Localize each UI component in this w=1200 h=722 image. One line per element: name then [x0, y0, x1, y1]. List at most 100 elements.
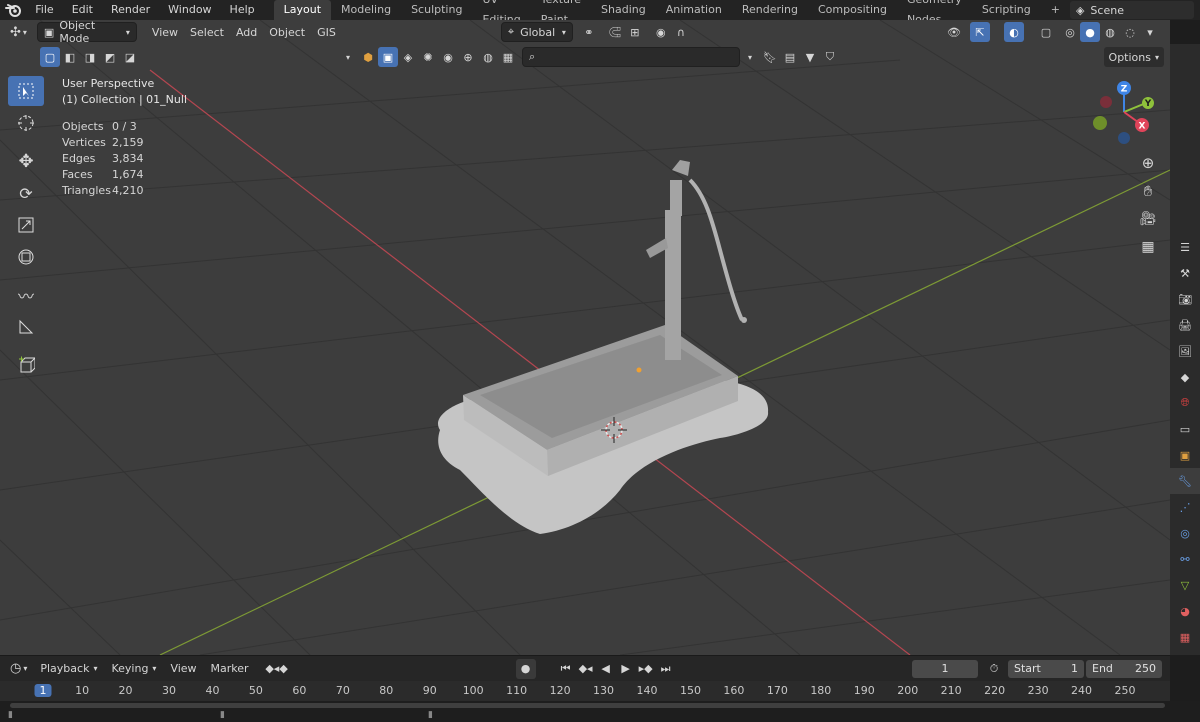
solid-shading-icon[interactable]: ● [1080, 22, 1100, 42]
data-properties-icon[interactable]: ▽ [1170, 572, 1200, 598]
world-properties-icon[interactable]: 🌐︎ [1170, 390, 1200, 416]
menu-edit[interactable]: Edit [63, 0, 102, 20]
move-tool-icon[interactable]: ✥ [8, 146, 44, 176]
xray-toggle-icon[interactable]: ▢ [1036, 22, 1056, 42]
material-shading-icon[interactable]: ◍ [1100, 22, 1120, 42]
timeline-ruler[interactable]: 1 10 20 30 40 50 60 70 80 90 100 110 120 130 140 150 160… [0, 681, 1170, 701]
shield-icon[interactable]: ⛉ [820, 47, 840, 67]
options-dropdown[interactable]: Options ▾ [1103, 47, 1164, 67]
current-frame-field[interactable]: 1 [912, 659, 978, 678]
3d-viewport[interactable] [0, 20, 1170, 655]
select-subtract-icon[interactable]: ◨ [80, 47, 100, 67]
object-properties-icon[interactable]: ▣ [1170, 442, 1200, 468]
next-keyframe-icon[interactable]: ▸◆ [636, 659, 656, 679]
menu-help[interactable]: Help [221, 0, 264, 20]
hand-pan-icon[interactable]: ✋︎ [1135, 178, 1161, 204]
workspace-tab-rendering[interactable]: Rendering [732, 0, 808, 20]
view-layer-properties-icon[interactable]: 🖼︎ [1170, 338, 1200, 364]
scene-properties-icon[interactable]: ◆ [1170, 364, 1200, 390]
filter-world-icon[interactable]: ⊕ [458, 47, 478, 67]
blender-objects-icon[interactable]: ⬢ [358, 47, 378, 67]
bookmark-icon[interactable]: 🔖︎ [760, 47, 780, 67]
keyframe-icon[interactable]: ◆◂◆ [258, 659, 296, 679]
funnel-icon[interactable]: ▼ [800, 47, 820, 67]
transform-tool-icon[interactable] [8, 242, 44, 272]
workspace-tab-animation[interactable]: Animation [656, 0, 732, 20]
snap-target-icon[interactable]: ⊞ [625, 22, 645, 42]
viewport-search-input[interactable]: ⌕ [522, 47, 740, 67]
jump-start-icon[interactable]: ⏮ [556, 659, 576, 679]
viewport-menu-add[interactable]: Add [231, 22, 262, 42]
constraint-properties-icon[interactable]: ⚯ [1170, 546, 1200, 572]
wireframe-shading-icon[interactable]: ◎ [1060, 22, 1080, 42]
select-box-tool-icon[interactable] [8, 76, 44, 106]
workspace-tab-sculpting[interactable]: Sculpting [401, 0, 472, 20]
play-reverse-icon[interactable]: ◀ [596, 659, 616, 679]
render-properties-icon[interactable]: 📷︎ [1170, 286, 1200, 312]
filter-material-icon[interactable]: ◍ [478, 47, 498, 67]
proportional-edit-icon[interactable]: ◉ [651, 22, 671, 42]
particles-properties-icon[interactable]: ⋰ [1170, 494, 1200, 520]
grid-ortho-icon[interactable]: ▦ [1135, 234, 1161, 260]
physics-properties-icon[interactable]: ◎ [1170, 520, 1200, 546]
rotate-tool-icon[interactable]: ⟳ [8, 178, 44, 208]
timeline-marker-menu[interactable]: Marker [206, 659, 254, 679]
select-intersect-icon[interactable]: ◪ [120, 47, 140, 67]
filter-texture-icon[interactable]: ▦ [498, 47, 518, 67]
overlays-toggle-icon[interactable]: ◐ [1004, 22, 1024, 42]
texture-properties-icon[interactable]: ▦ [1170, 624, 1200, 650]
snap-icon[interactable]: 🧲︎ [605, 22, 625, 42]
scale-tool-icon[interactable] [8, 210, 44, 240]
annotate-tool-icon[interactable]: 〰 [8, 280, 44, 310]
prev-keyframe-icon[interactable]: ◆◂ [576, 659, 596, 679]
stopwatch-icon[interactable]: ⏱ [984, 659, 1004, 679]
select-extend-icon[interactable]: ◧ [60, 47, 80, 67]
viewport-menu-gis[interactable]: GIS [312, 22, 341, 42]
filter-mesh-icon[interactable]: ◈ [398, 47, 418, 67]
measure-tool-icon[interactable] [8, 312, 44, 342]
jump-end-icon[interactable]: ⏭ [656, 659, 676, 679]
end-frame-field[interactable]: End 250 [1086, 659, 1162, 678]
zoom-icon[interactable]: ⊕ [1135, 150, 1161, 176]
filter-selected-icon[interactable]: ▣ [378, 47, 398, 67]
falloff-icon[interactable]: ∩ [671, 22, 691, 42]
chevron-down-icon[interactable]: ▾ [740, 47, 760, 67]
modifier-properties-icon[interactable]: 🔧︎ [1170, 468, 1200, 494]
material-properties-icon[interactable]: ◕ [1170, 598, 1200, 624]
workspace-tab-layout[interactable]: Layout [273, 0, 332, 20]
output-properties-icon[interactable]: 🖨︎ [1170, 312, 1200, 338]
keying-menu[interactable]: Keying ▾ [106, 659, 161, 679]
add-cube-tool-icon[interactable] [8, 350, 44, 380]
editor-type-button[interactable]: ✣ ▾ [10, 25, 27, 40]
filter-camera-icon[interactable]: ◉ [438, 47, 458, 67]
visibility-icon[interactable]: 👁︎ [944, 22, 964, 42]
menu-file[interactable]: File [26, 0, 62, 20]
collection-properties-icon[interactable]: ▭ [1170, 416, 1200, 442]
blender-logo-icon[interactable] [0, 3, 26, 17]
select-invert-icon[interactable]: ◩ [100, 47, 120, 67]
start-frame-field[interactable]: Start 1 [1008, 659, 1084, 678]
chevron-down-icon[interactable]: ▾ [338, 47, 358, 67]
viewport-menu-select[interactable]: Select [185, 22, 229, 42]
navigation-gizmo[interactable]: Z Y X [1092, 80, 1156, 144]
timeline-scrollbar[interactable] [10, 703, 1165, 708]
viewport-menu-view[interactable]: View [147, 22, 183, 42]
menu-render[interactable]: Render [102, 0, 159, 20]
tool-properties-icon[interactable]: ⚒ [1170, 260, 1200, 286]
record-icon[interactable]: ● [515, 658, 536, 679]
scene-selector[interactable]: ◈ Scene [1069, 1, 1194, 19]
pivot-point-icon[interactable]: ⚭ [579, 22, 599, 42]
menu-window[interactable]: Window [159, 0, 220, 20]
workspace-tab-shading[interactable]: Shading [591, 0, 656, 20]
cursor-tool-icon[interactable] [8, 108, 44, 138]
transform-orientation-selector[interactable]: ⌖ Global ▾ [500, 22, 573, 42]
add-workspace-button[interactable]: + [1041, 0, 1070, 20]
properties-editor-icon[interactable]: ☰ [1170, 234, 1200, 260]
camera-view-icon[interactable]: 🎥︎ [1135, 206, 1161, 232]
playback-menu[interactable]: Playback ▾ [35, 659, 102, 679]
workspace-tab-scripting[interactable]: Scripting [972, 0, 1041, 20]
play-icon[interactable]: ▶ [616, 659, 636, 679]
select-new-icon[interactable]: ▢ [40, 47, 60, 67]
viewport-menu-object[interactable]: Object [264, 22, 310, 42]
collection-filter-icon[interactable]: ▤ [780, 47, 800, 67]
